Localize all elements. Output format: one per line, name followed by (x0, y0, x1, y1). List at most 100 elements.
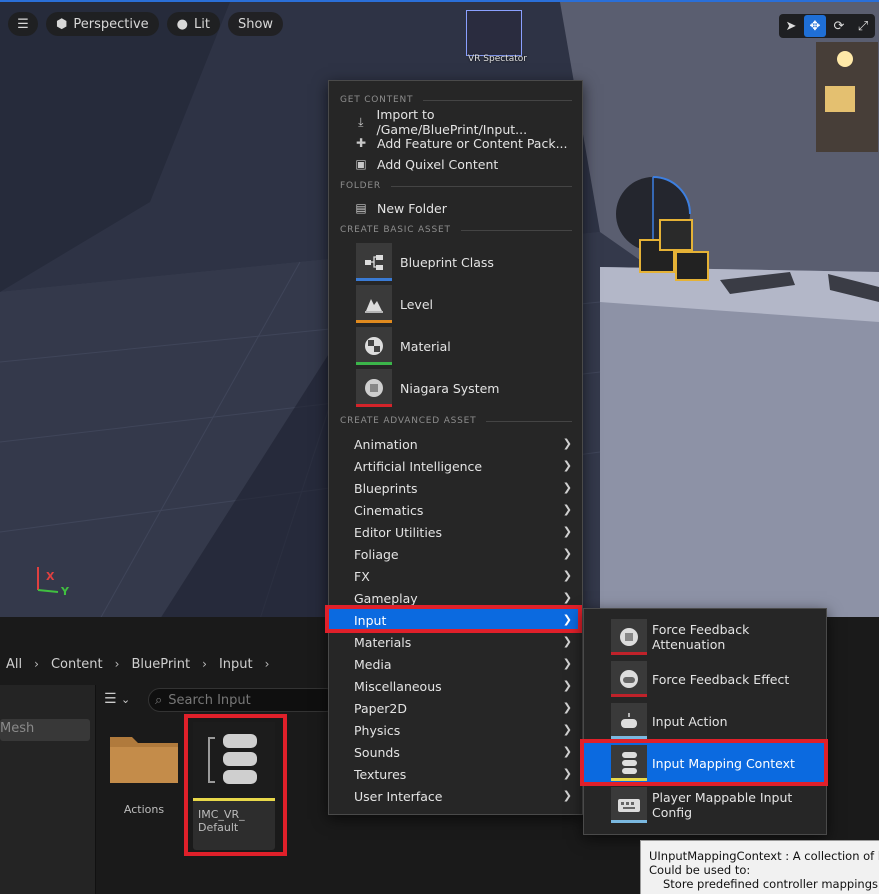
menu-item-label: Gameplay (354, 590, 418, 606)
rotate-tool-icon[interactable]: ⟳ (828, 15, 850, 37)
asset-highlight-box (184, 714, 287, 856)
vr-spectator-actor[interactable] (466, 10, 522, 56)
folder-actions[interactable] (108, 729, 180, 789)
blueprint-class-menu-item[interactable]: Blueprint Class (356, 243, 494, 281)
menu-item-foliage[interactable]: Foliage ❯ (329, 543, 582, 565)
import-menu-item[interactable]: ⤓ Import to /Game/BluePrint/Input... (354, 107, 582, 137)
viewport-toolbar: ☰ ⬢ Perspective ● Lit Show (8, 12, 284, 36)
chevron-right-icon: › (264, 657, 270, 671)
blueprint-class-label: Blueprint Class (400, 254, 494, 270)
chevron-down-icon: ⌄ (121, 693, 131, 706)
show-label: Show (237, 16, 274, 32)
search-input[interactable]: Search Input (168, 693, 250, 708)
breadcrumb-blueprint[interactable]: BluePrint (125, 657, 196, 672)
select-tool-icon[interactable]: ➤ (780, 15, 802, 37)
add-quixel-menu-item[interactable]: ▣ Add Quixel Content (354, 154, 498, 174)
chevron-right-icon: › (202, 657, 207, 671)
material-menu-item[interactable]: Material (356, 327, 451, 365)
level-strip (356, 320, 392, 323)
input-action-thumb (611, 703, 647, 739)
menu-item-sounds[interactable]: Sounds ❯ (329, 741, 582, 763)
search-icon: ⌕ (155, 692, 163, 708)
material-strip (356, 362, 392, 365)
force-feedback-attenuation-menu-item[interactable]: Force Feedback Attenuation (584, 617, 826, 657)
asset-tooltip: UInputMappingContext : A collection of k… (640, 840, 879, 894)
transform-tools: ➤ ✥ ⟳ ⤢ (779, 14, 875, 38)
sources-item-mesh[interactable]: Mesh (0, 719, 90, 741)
filter-button[interactable]: ☰ ⌄ (104, 691, 130, 707)
menu-item-miscellaneous[interactable]: Miscellaneous ❯ (329, 675, 582, 697)
menu-item-blueprints[interactable]: Blueprints ❯ (329, 477, 582, 499)
niagara-system-menu-item[interactable]: Niagara System (356, 369, 499, 407)
input-action-menu-item[interactable]: Input Action (584, 701, 826, 741)
force-feedback-attenuation-icon (620, 628, 638, 646)
cube-icon: ⬢ (56, 16, 68, 32)
material-icon (365, 337, 383, 355)
blueprint-class-strip (356, 278, 392, 281)
axis-x-label: X (46, 570, 55, 583)
tooltip-line3: Store predefined controller mappings (a (663, 877, 879, 891)
viewport-options-button[interactable]: ☰ (8, 12, 38, 36)
menu-item-animation[interactable]: Animation ❯ (329, 433, 582, 455)
blueprint-class-icon (365, 255, 383, 270)
chevron-right-icon: ❯ (562, 437, 572, 450)
player-mappable-input-config-menu-item[interactable]: Player Mappable Input Config (584, 785, 826, 825)
niagara-system-thumb (356, 369, 392, 407)
menu-item-cinematics[interactable]: Cinematics ❯ (329, 499, 582, 521)
translate-tool-icon[interactable]: ✥ (804, 15, 826, 37)
menu-item-user-interface[interactable]: User Interface ❯ (329, 785, 582, 807)
menu-item-label: Sounds (354, 744, 400, 760)
force-feedback-effect-label: Force Feedback Effect (652, 671, 790, 687)
level-thumb (356, 285, 392, 323)
chevron-right-icon: ❯ (562, 767, 572, 780)
niagara-icon (365, 379, 383, 397)
tooltip-line1: UInputMappingContext : A collection of k… (649, 849, 879, 863)
force-feedback-effect-icon (620, 670, 638, 688)
menu-item-media[interactable]: Media ❯ (329, 653, 582, 675)
sphere-icon: ● (176, 16, 188, 32)
menu-item-label: Editor Utilities (354, 524, 443, 540)
perspective-button[interactable]: ⬢ Perspective (46, 12, 159, 36)
feature-pack-icon: ✚ (355, 136, 367, 150)
tooltip-line2: Could be used to: (649, 863, 751, 877)
item-strip (611, 652, 647, 655)
new-folder-menu-item[interactable]: ▤ New Folder (354, 198, 447, 218)
level-label: Level (400, 296, 433, 312)
force-feedback-effect-menu-item[interactable]: Force Feedback Effect (584, 659, 826, 699)
menu-item-label: Textures (354, 766, 407, 782)
chevron-right-icon: ❯ (562, 591, 572, 604)
item-strip (611, 694, 647, 697)
menu-item-label: Foliage (354, 546, 399, 562)
menu-item-textures[interactable]: Textures ❯ (329, 763, 582, 785)
quixel-icon: ▣ (355, 157, 367, 171)
add-quixel-label: Add Quixel Content (377, 156, 499, 172)
level-icon (365, 299, 383, 313)
add-feature-pack-menu-item[interactable]: ✚ Add Feature or Content Pack... (354, 133, 568, 153)
editor-root: ☰ ⬢ Perspective ● Lit Show VR Spectator … (0, 0, 879, 894)
lit-button[interactable]: ● Lit (166, 12, 220, 36)
menu-item-paper2d[interactable]: Paper2D ❯ (329, 697, 582, 719)
maximize-icon[interactable]: ⤢ (852, 15, 874, 37)
player-mappable-input-config-thumb (611, 787, 647, 823)
breadcrumb-content[interactable]: Content (45, 657, 109, 672)
chevron-right-icon: ❯ (562, 723, 572, 736)
section-get-content: GET CONTENT (340, 95, 572, 105)
chevron-right-icon: ❯ (562, 547, 572, 560)
chevron-right-icon: ❯ (562, 657, 572, 670)
section-create-basic-asset: CREATE BASIC ASSET (340, 225, 572, 235)
search-field[interactable]: ⌕ Search Input (148, 688, 338, 712)
show-button[interactable]: Show (227, 12, 284, 36)
menu-item-physics[interactable]: Physics ❯ (329, 719, 582, 741)
breadcrumb-all[interactable]: All (0, 657, 28, 672)
menu-item-label: Materials (354, 634, 412, 650)
new-folder-icon: ▤ (355, 201, 367, 215)
menu-item-materials[interactable]: Materials ❯ (329, 631, 582, 653)
menu-item-label: Animation (354, 436, 418, 452)
menu-item-editor-utilities[interactable]: Editor Utilities ❯ (329, 521, 582, 543)
level-menu-item[interactable]: Level (356, 285, 433, 323)
breadcrumb-input[interactable]: Input (213, 657, 259, 672)
menu-item-label: Cinematics (354, 502, 424, 518)
menu-item-artificial-intelligence[interactable]: Artificial Intelligence ❯ (329, 455, 582, 477)
menu-item-fx[interactable]: FX ❯ (329, 565, 582, 587)
force-feedback-attenuation-label: Force Feedback Attenuation (652, 622, 750, 652)
